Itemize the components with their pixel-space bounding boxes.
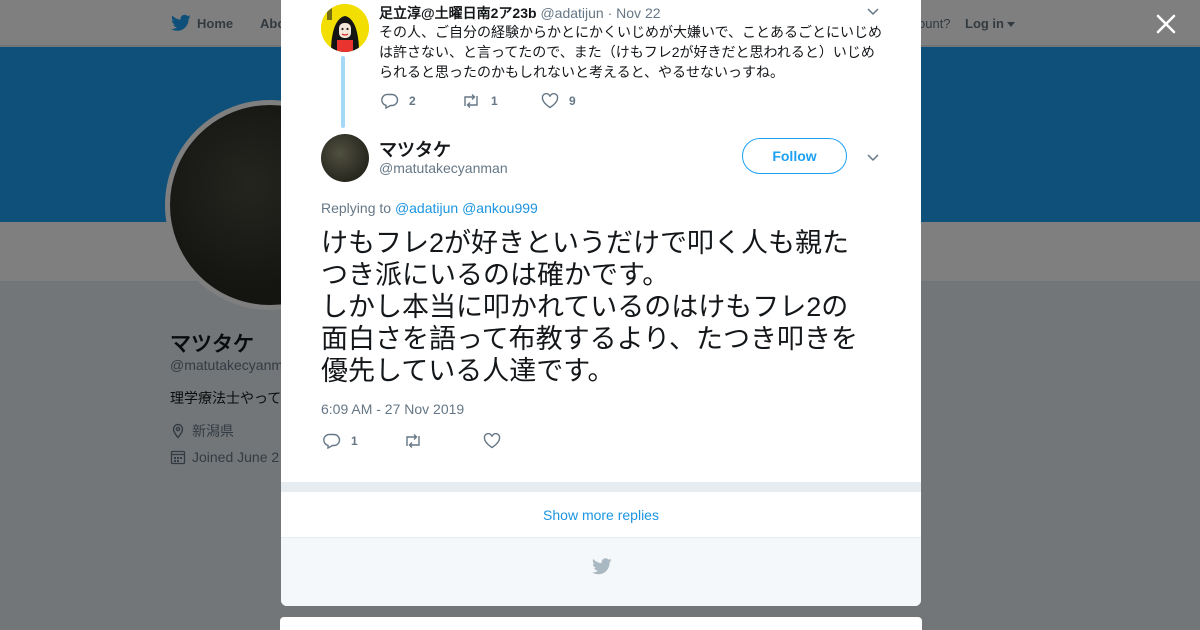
chevron-down-icon[interactable] xyxy=(867,152,879,162)
tweet-text-line: 面白さを語って布教するより、たつき叩きを xyxy=(321,324,859,354)
heart-icon xyxy=(483,433,501,449)
twitter-bird-icon xyxy=(592,558,612,575)
chevron-down-icon[interactable] xyxy=(867,6,879,16)
retweet-button[interactable] xyxy=(403,433,483,449)
next-tweet-card xyxy=(280,617,922,630)
reply-icon xyxy=(323,433,341,449)
reply-author-name[interactable]: 足立淳@土曜日南2ア23b xyxy=(379,5,537,21)
reply-tweet-actions: 2 1 9 xyxy=(381,93,621,109)
reply-count: 2 xyxy=(409,94,416,108)
retweet-count: 1 xyxy=(491,94,498,108)
thread-connector-line xyxy=(341,56,345,128)
replying-to: Replying to @adatijun @ankou999 xyxy=(321,200,538,216)
tweet-text-line: 優先している人達です。 xyxy=(321,356,615,386)
reply-icon xyxy=(381,93,399,109)
section-divider xyxy=(281,482,921,492)
reply-author-handle[interactable]: @adatijun xyxy=(540,5,603,21)
author-name[interactable]: マツタケ xyxy=(379,136,451,162)
follow-button[interactable]: Follow xyxy=(742,138,847,174)
reply-count: 1 xyxy=(351,434,358,448)
reply-button[interactable]: 2 xyxy=(381,93,461,109)
retweet-icon xyxy=(406,434,420,448)
show-more-replies-button[interactable]: Show more replies xyxy=(281,492,921,538)
author-handle[interactable]: @matutakecyanman xyxy=(379,160,508,176)
reply-button[interactable]: 1 xyxy=(323,433,403,449)
avatar-illustration-icon xyxy=(321,4,369,52)
close-icon[interactable] xyxy=(1153,11,1179,37)
tweet-permalink-modal: 足立淳@土曜日南2ア23b @adatijun · Nov 22 その人、ご自分… xyxy=(281,0,921,606)
tweet-text: けもフレ2が好きというだけで叩く人も親た つき派にいるのは確かです。 しかし本当… xyxy=(321,227,891,387)
reply-tweet-date[interactable]: · Nov 22 xyxy=(608,5,661,21)
tweet-timestamp[interactable]: 6:09 AM - 27 Nov 2019 xyxy=(321,401,464,417)
like-count: 9 xyxy=(569,94,576,108)
reply-tweet-text: その人、ご自分の経験からかとにかくいじめが大嫌いで、ことあるごとにいじめは許さな… xyxy=(379,24,883,80)
tweet-text-line: つき派にいるのは確かです。 xyxy=(321,260,670,290)
like-button[interactable]: 9 xyxy=(541,93,621,109)
tweet-text-line: しかし本当に叩かれているのはけもフレ2の xyxy=(321,292,849,322)
like-button[interactable] xyxy=(483,433,563,449)
retweet-button[interactable]: 1 xyxy=(461,93,541,109)
retweet-icon xyxy=(464,94,478,108)
heart-icon xyxy=(541,93,559,109)
replying-to-label: Replying to xyxy=(321,200,392,216)
reply-tweet-header: 足立淳@土曜日南2ア23b @adatijun · Nov 22 xyxy=(379,3,661,23)
replying-to-user-link[interactable]: @adatijun xyxy=(395,200,458,216)
reply-author-avatar[interactable] xyxy=(321,4,369,52)
author-avatar[interactable] xyxy=(321,134,369,182)
replying-to-user-link[interactable]: @ankou999 xyxy=(462,200,538,216)
modal-footer xyxy=(281,538,921,606)
tweet-actions: 1 xyxy=(323,433,563,449)
tweet-text-line: けもフレ2が好きというだけで叩く人も親た xyxy=(321,228,850,258)
